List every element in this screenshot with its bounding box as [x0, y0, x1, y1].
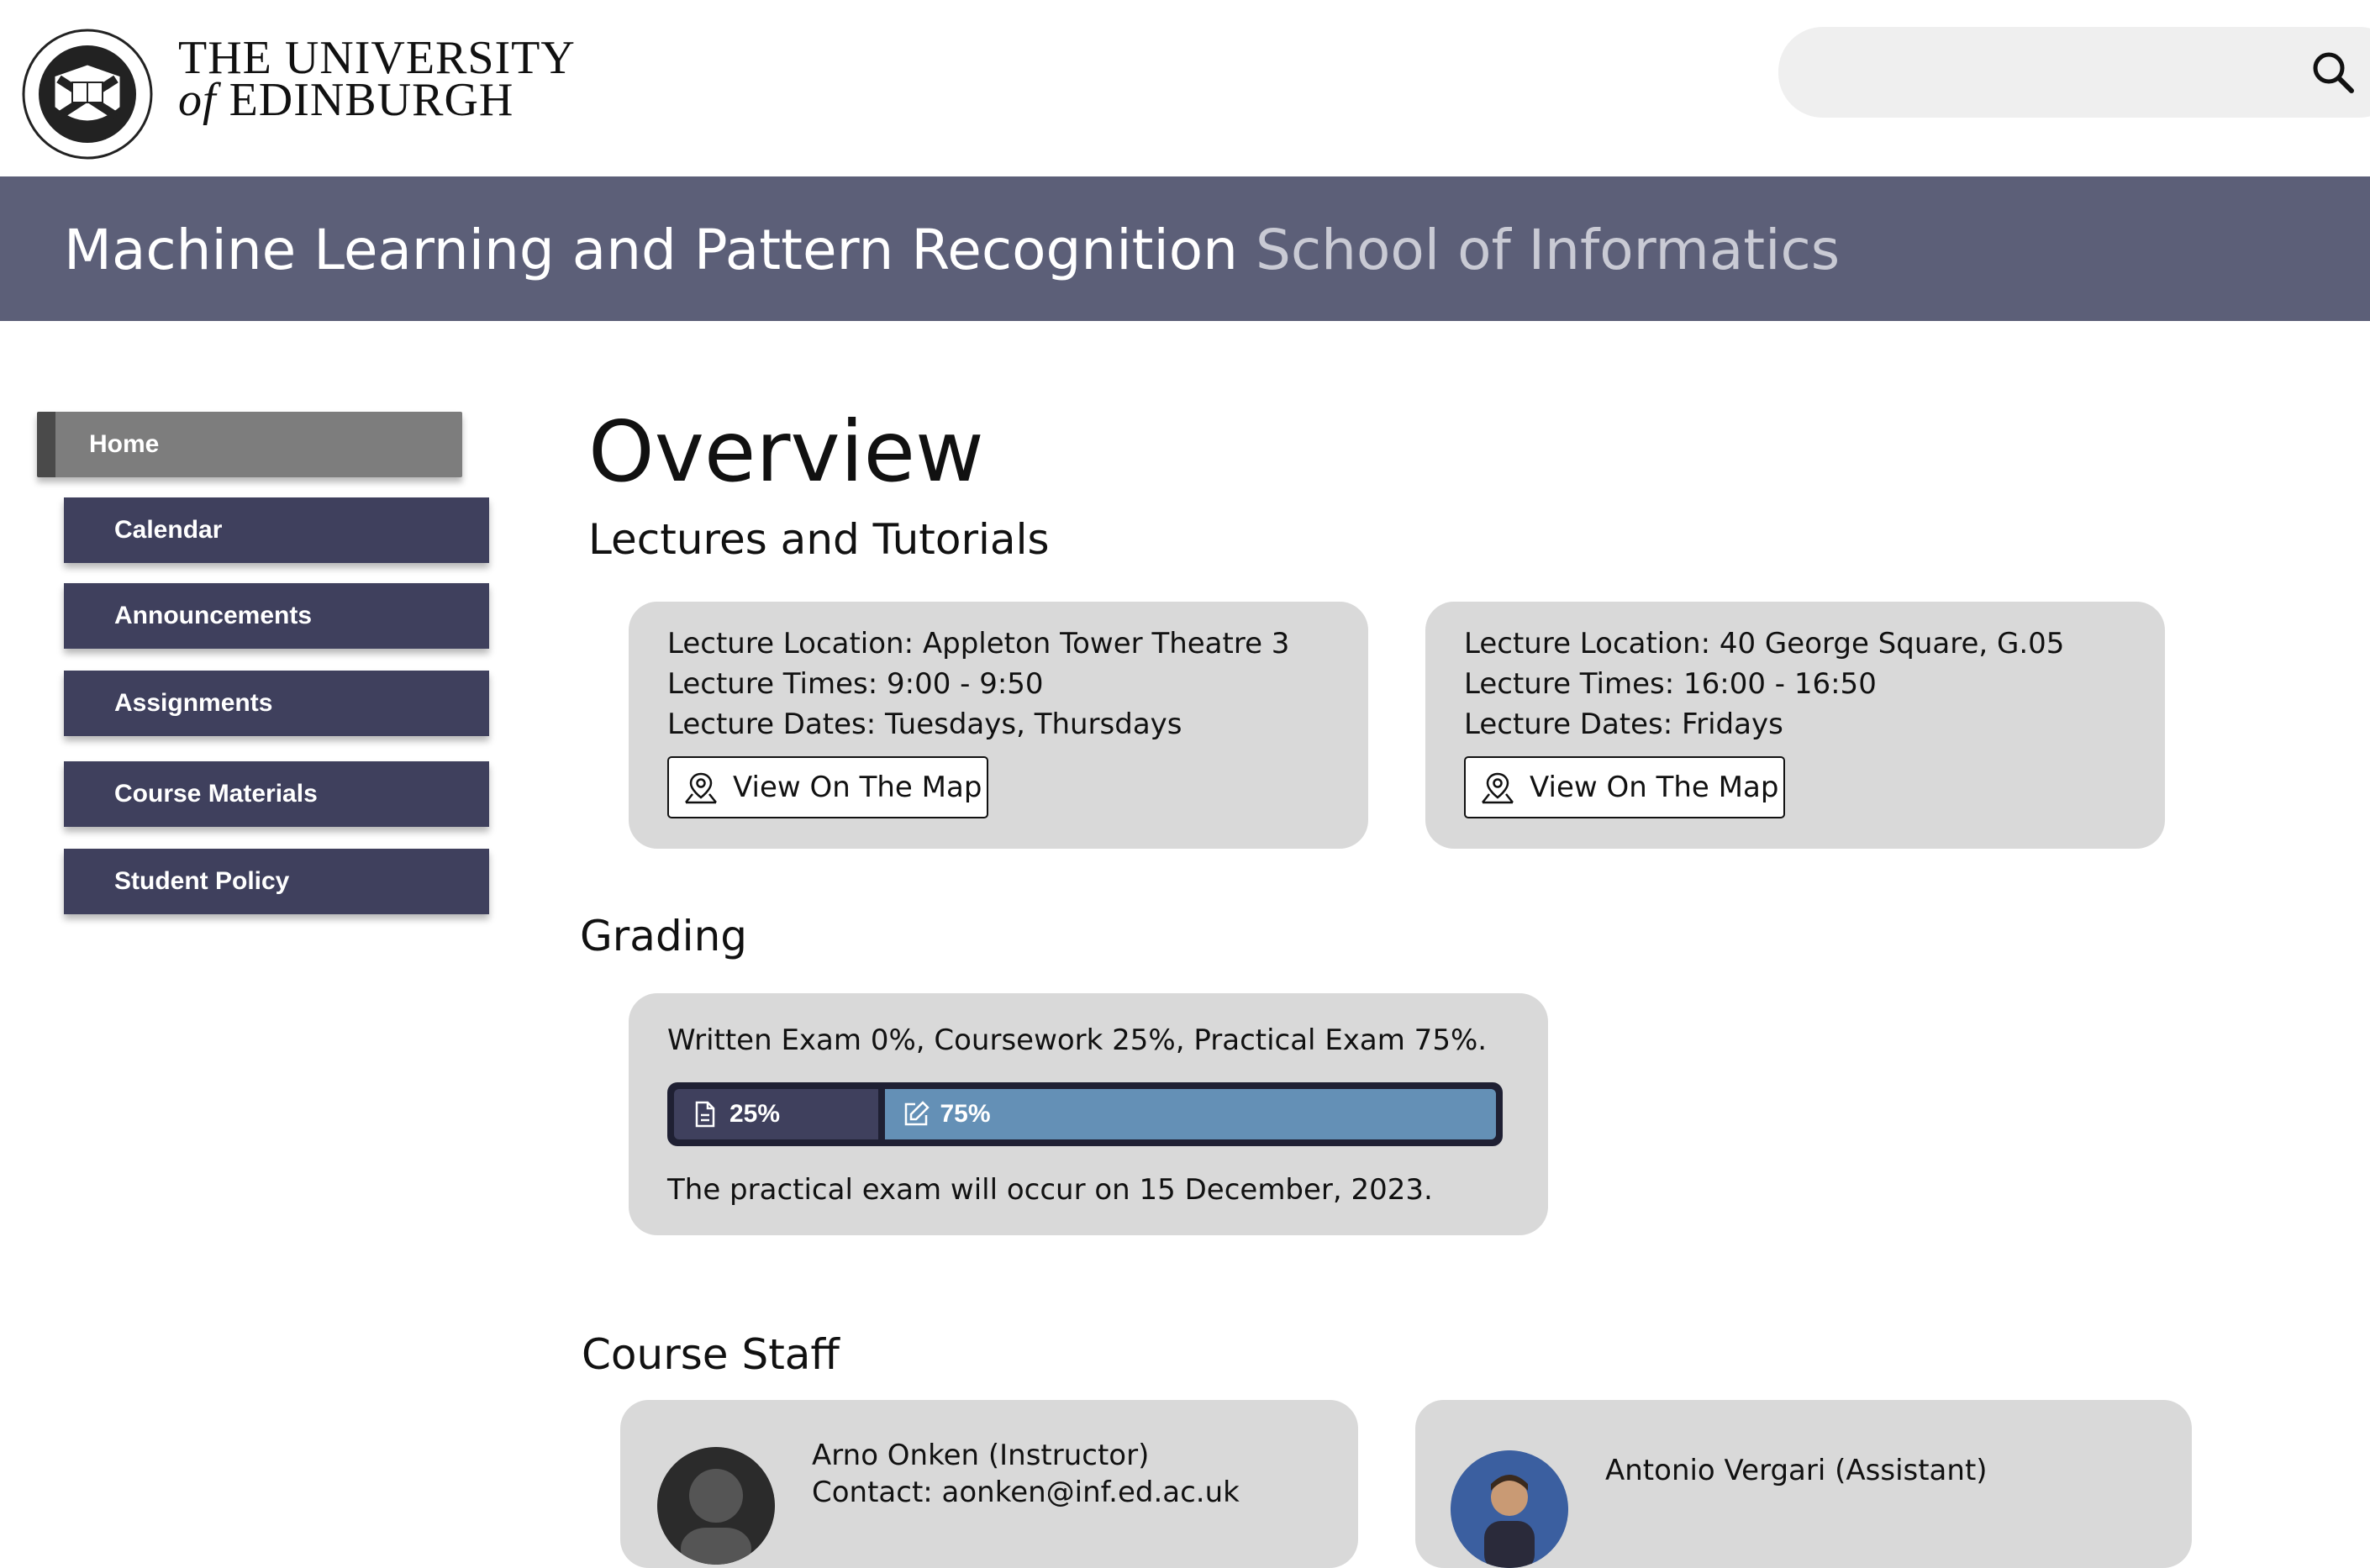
search-icon[interactable]: [2309, 49, 2357, 96]
practical-segment: 75%: [884, 1089, 1496, 1139]
view-map-button[interactable]: View On The Map: [1464, 756, 1785, 818]
sidebar-item-label: Course Materials: [114, 780, 318, 808]
university-name-line1: THE UNIVERSITY: [178, 32, 576, 84]
university-crest-logo[interactable]: [20, 27, 155, 161]
map-pin-icon: [685, 772, 717, 804]
document-icon: [695, 1101, 715, 1128]
sidebar-item-assignments[interactable]: Assignments: [64, 671, 489, 736]
university-name-edinburgh: EDINBURGH: [229, 74, 514, 126]
school-name[interactable]: School of Informatics: [1256, 218, 1840, 282]
lectures-heading: Lectures and Tutorials: [588, 515, 1050, 564]
view-map-label: View On The Map: [733, 771, 982, 804]
sidebar-item-label: Calendar: [114, 516, 223, 544]
sidebar-item-label: Student Policy: [114, 867, 290, 895]
user-silhouette-icon: [657, 1447, 775, 1565]
sidebar-item-label: Home: [89, 430, 160, 458]
staff-contact[interactable]: Contact: aonken@inf.ed.ac.uk: [812, 1472, 1240, 1513]
practical-exam-note: The practical exam will occur on 15 Dece…: [667, 1173, 1433, 1207]
sidebar-item-home[interactable]: Home: [37, 412, 462, 477]
sidebar-item-calendar[interactable]: Calendar: [64, 497, 489, 563]
view-map-label: View On The Map: [1530, 771, 1779, 804]
lecture-times: Lecture Times: 16:00 - 16:50: [1464, 667, 1877, 701]
user-photo: [1451, 1450, 1568, 1568]
page-title: Overview: [588, 403, 984, 501]
grading-heading: Grading: [580, 912, 747, 960]
map-pin-icon: [1482, 772, 1514, 804]
avatar: [1451, 1450, 1568, 1568]
lecture-dates: Lecture Dates: Fridays: [1464, 708, 1783, 741]
course-title: Machine Learning and Pattern Recognition…: [64, 217, 1840, 284]
staff-name: Arno Onken (Instructor): [812, 1439, 1150, 1472]
sidebar-item-student-policy[interactable]: Student Policy: [64, 849, 489, 914]
coursework-percent: 25%: [729, 1100, 781, 1128]
university-name[interactable]: THE UNIVERSITY of EDINBURGH: [178, 32, 576, 124]
staff-name: Antonio Vergari (Assistant): [1605, 1454, 1988, 1487]
university-name-line2: of EDINBURGH: [178, 76, 576, 124]
grading-summary: Written Exam 0%, Coursework 25%, Practic…: [667, 1023, 1488, 1057]
grade-distribution-bar: 25% 75%: [667, 1082, 1503, 1146]
course-title-text: Machine Learning and Pattern Recognition: [64, 218, 1238, 282]
view-map-button[interactable]: View On The Map: [667, 756, 988, 818]
course-staff-heading: Course Staff: [582, 1330, 840, 1379]
university-name-of: of: [178, 74, 217, 126]
lecture-location: Lecture Location: 40 George Square, G.05: [1464, 627, 2065, 660]
sidebar-item-course-materials[interactable]: Course Materials: [64, 761, 489, 827]
top-header: THE UNIVERSITY of EDINBURGH: [0, 0, 2370, 176]
sidebar-item-announcements[interactable]: Announcements: [64, 583, 489, 649]
lecture-dates: Lecture Dates: Tuesdays, Thursdays: [667, 708, 1182, 741]
avatar: [657, 1447, 775, 1565]
practical-percent: 75%: [940, 1100, 991, 1128]
search-input[interactable]: [1778, 27, 2370, 118]
coursework-segment: 25%: [674, 1089, 878, 1139]
lecture-times: Lecture Times: 9:00 - 9:50: [667, 667, 1044, 701]
sidebar-item-label: Assignments: [114, 689, 273, 717]
edit-icon: [904, 1101, 930, 1126]
sidebar-item-label: Announcements: [114, 602, 313, 629]
lecture-location: Lecture Location: Appleton Tower Theatre…: [667, 627, 1290, 660]
